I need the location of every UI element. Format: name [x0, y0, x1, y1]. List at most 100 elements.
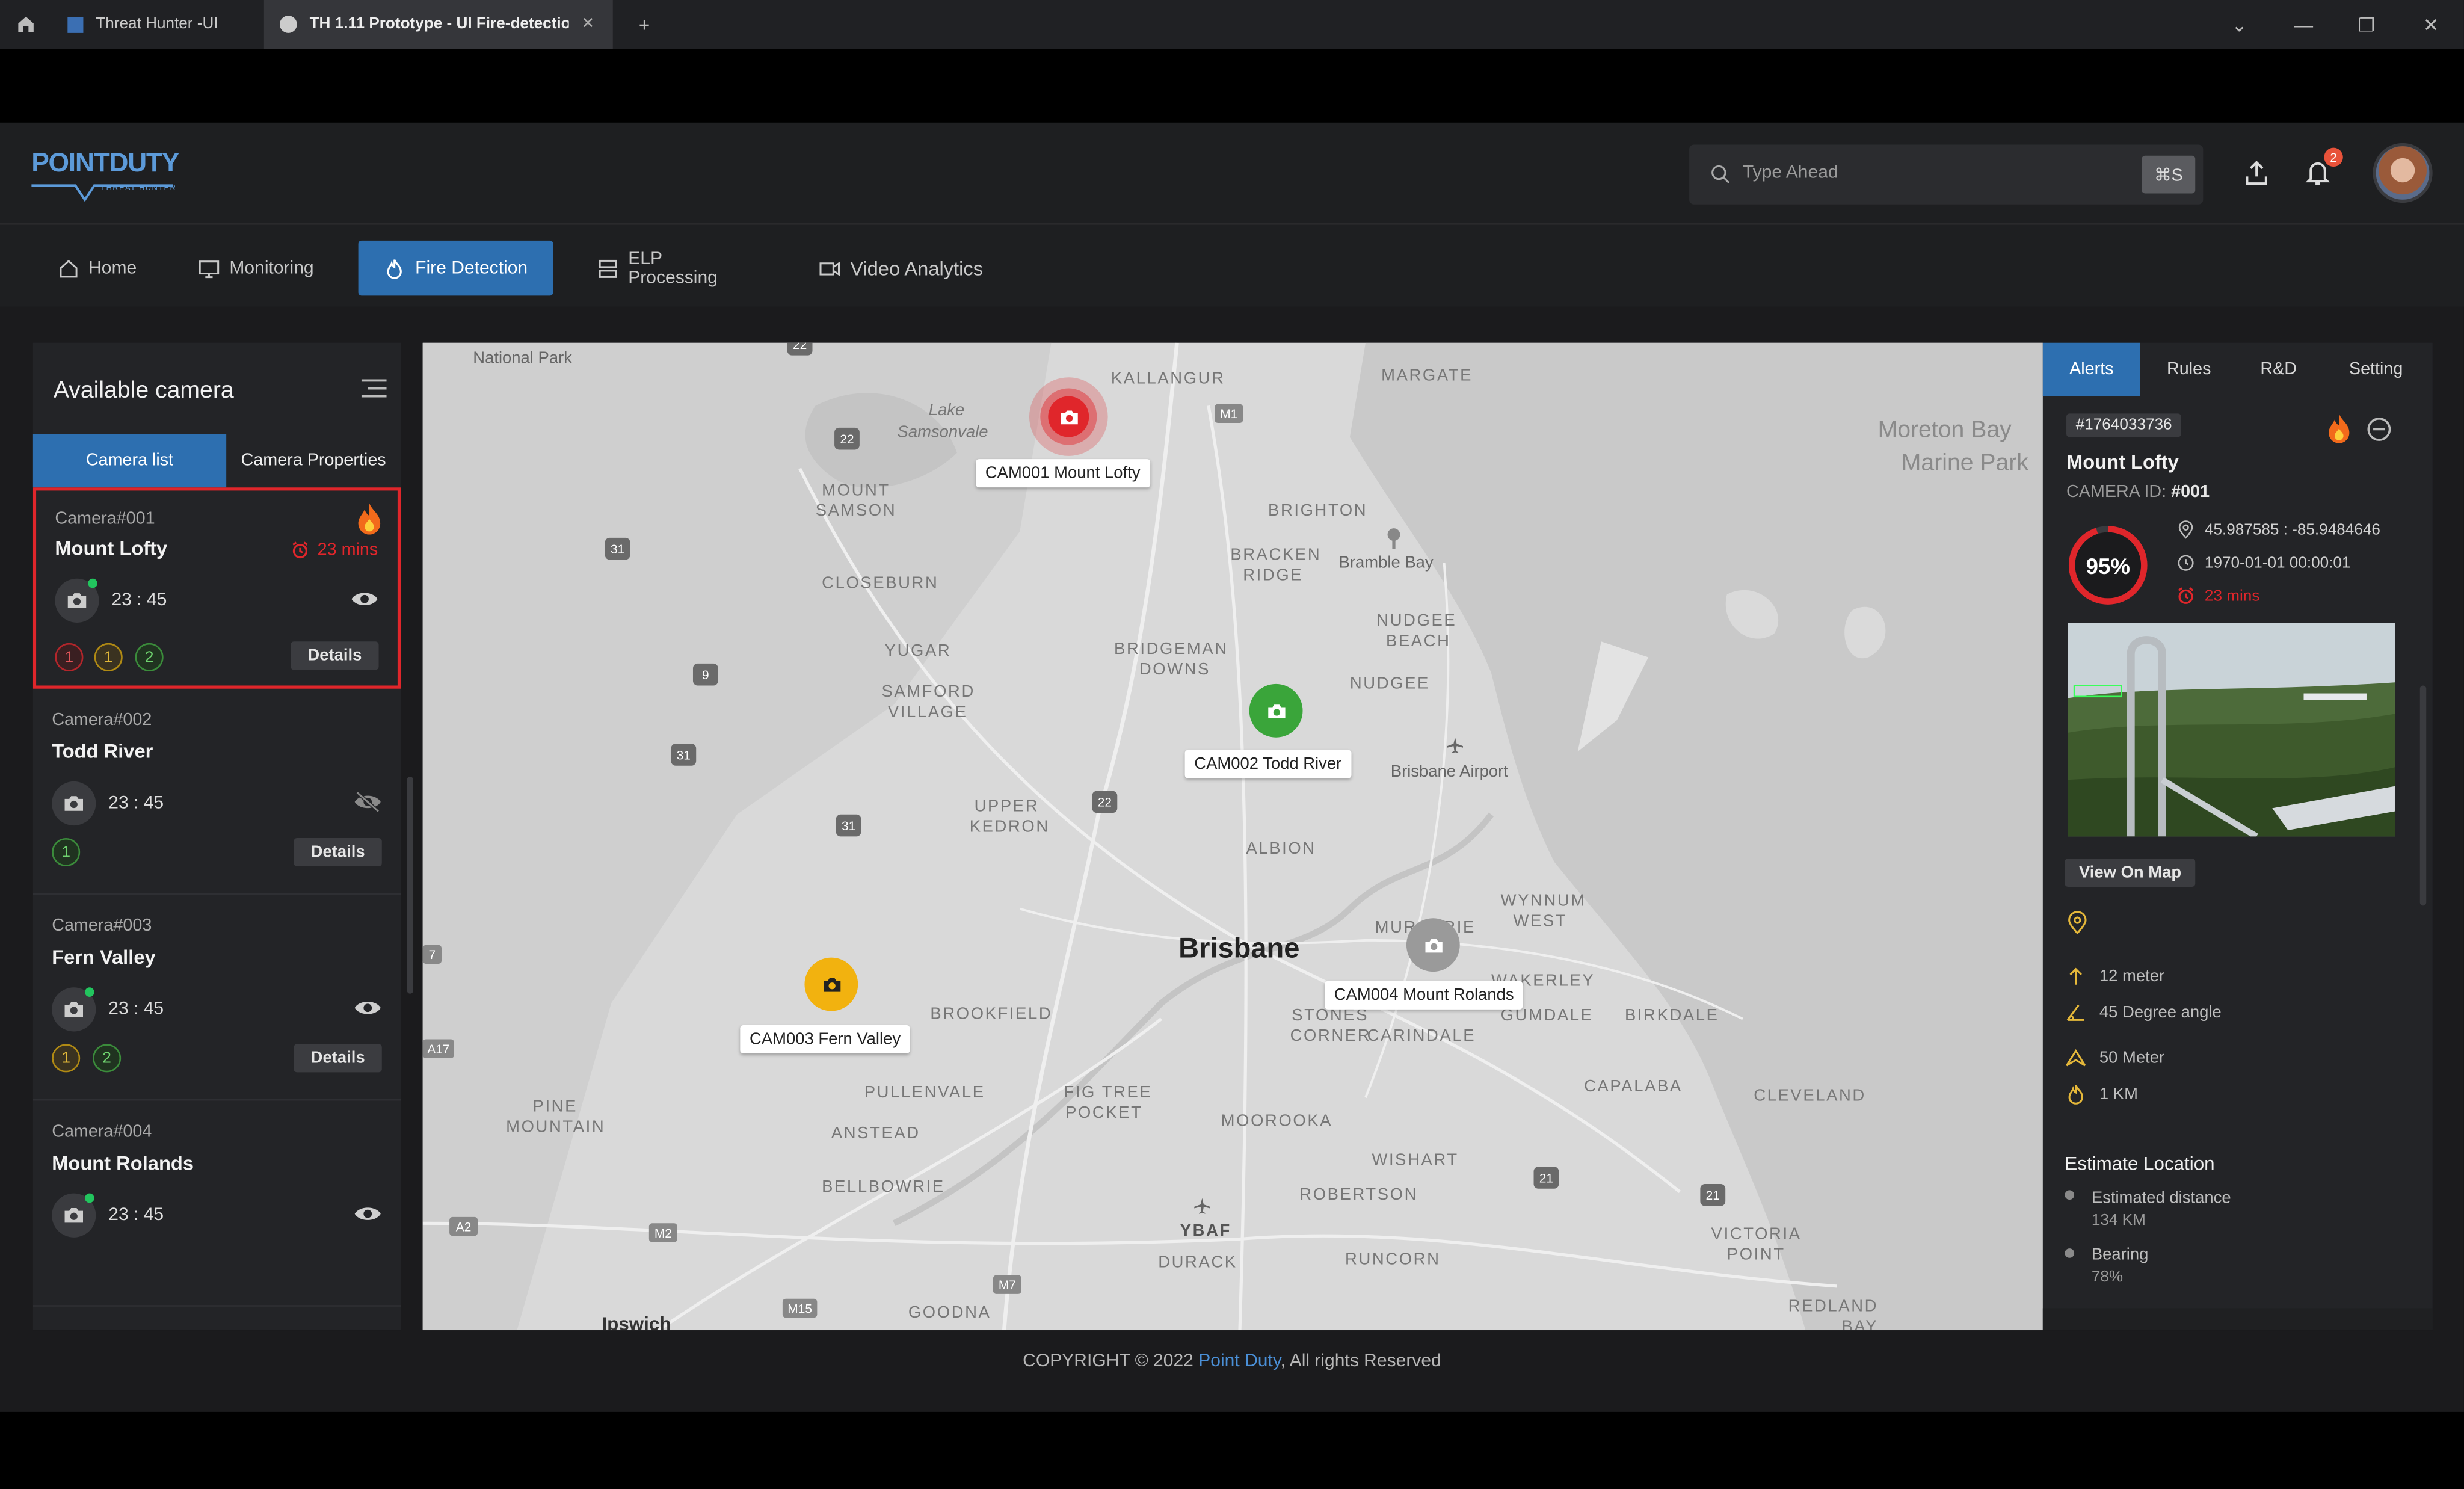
map-view[interactable]: National Park KALLANGUR MARGATE Lake Sam… [422, 342, 2043, 1331]
road-shield: 21 [1533, 1167, 1559, 1189]
location-pin-icon [2178, 520, 2193, 539]
camera-time: 23 : 45 [111, 591, 167, 611]
alarm-icon [292, 541, 308, 559]
view-on-map-button[interactable]: View On Map [2065, 858, 2196, 887]
spec-range: 50 Meter [2065, 1047, 2164, 1070]
map-label: MOOROOKA [1221, 1111, 1333, 1131]
map-label: BAY [1841, 1318, 1879, 1331]
camera-marker-cam003[interactable] [804, 957, 858, 1011]
camera-time: 23 : 45 [108, 1000, 164, 1019]
map-label: CLOSEBURN [822, 573, 939, 593]
camera-snapshot[interactable] [2068, 622, 2395, 837]
map-label: VILLAGE [887, 703, 968, 722]
camera-list: Camera#001 Mount Lofty 23 mins 23 : 45 1… [32, 487, 401, 1330]
tab-camera-list[interactable]: Camera list [32, 434, 227, 488]
browser-tab-threat-hunter[interactable]: Threat Hunter -UI [52, 0, 264, 49]
map-label: MOUNTAIN [506, 1118, 606, 1137]
restore-icon[interactable]: ❐ [2335, 0, 2398, 49]
road-shield: M15 [782, 1298, 818, 1318]
nav-monitoring[interactable]: Monitoring [182, 241, 333, 295]
dismiss-icon[interactable] [2365, 415, 2393, 443]
camera-card-004[interactable]: Camera#004 Mount Rolands 23 : 45 [32, 1105, 401, 1307]
location-pin-icon[interactable] [2066, 910, 2089, 936]
camera-marker-cam004[interactable] [1406, 918, 1460, 972]
camera-card-001[interactable]: Camera#001 Mount Lofty 23 mins 23 : 45 1… [32, 487, 401, 689]
close-icon[interactable]: ✕ [582, 16, 595, 33]
details-button[interactable]: Details [294, 1044, 382, 1073]
tab-setting[interactable]: Setting [2320, 343, 2433, 396]
confidence-value: 95% [2086, 552, 2130, 578]
minimize-icon[interactable]: — [2272, 0, 2335, 49]
map-label: CAPALABA [1584, 1077, 1683, 1096]
estimate-label: Bearing [2091, 1245, 2149, 1265]
tab-list-chevron-icon[interactable]: ⌄ [2208, 0, 2270, 49]
alert-location: Mount Lofty [2066, 451, 2179, 473]
arrow-up-icon [2069, 967, 2082, 985]
search-box[interactable]: Type Ahead ⌘S [1689, 144, 2204, 205]
estimate-value: 134 KM [2091, 1212, 2146, 1230]
window-close-icon[interactable]: ✕ [2400, 0, 2462, 49]
map-label: BELLBOWRIE [822, 1177, 945, 1197]
panel-title: Available camera [53, 377, 234, 404]
map-label: YUGAR [884, 641, 952, 661]
camera-name: Todd River [52, 740, 153, 763]
eye-icon[interactable] [354, 1203, 382, 1225]
notification-badge: 2 [2324, 147, 2343, 167]
map-label: BIRKDALE [1625, 1006, 1719, 1026]
tab-rnd[interactable]: R&D [2238, 343, 2320, 396]
fire-icon [2068, 1085, 2083, 1105]
nav-elp-processing[interactable]: ELP Processing [582, 241, 770, 295]
nav-home[interactable]: Home [43, 241, 153, 295]
map-label: UPPER [974, 797, 1040, 816]
map-label: Lake [928, 401, 965, 420]
fire-alert-icon [2329, 413, 2350, 443]
menu-icon[interactable] [361, 377, 387, 399]
map-label: PULLENVALE [864, 1083, 985, 1103]
camera-list-scrollbar[interactable] [407, 777, 414, 994]
browser-home-icon[interactable] [0, 0, 52, 49]
new-tab-icon[interactable]: + [613, 0, 676, 49]
camera-card-003[interactable]: Camera#003 Fern Valley 23 : 45 1 2 Detai… [32, 899, 401, 1101]
alert-elapsed: 23 mins [317, 541, 378, 560]
details-button[interactable]: Details [291, 641, 379, 670]
map-label: ROBERTSON [1299, 1185, 1418, 1204]
elapsed-line: 23 mins [2176, 587, 2259, 605]
road-shield: 22 [1092, 791, 1118, 813]
alerts-scrollbar[interactable] [2419, 685, 2427, 906]
map-label: KEDRON [969, 818, 1050, 837]
tab-label: TH 1.11 Prototype - UI Fire-detection - … [309, 16, 569, 33]
eye-icon[interactable] [354, 997, 382, 1019]
nav-video-analytics[interactable]: Video Analytics [803, 241, 1008, 295]
bullet-icon [2065, 1248, 2075, 1258]
camera-marker-cam002[interactable] [1249, 683, 1303, 738]
map-label: DURACK [1158, 1253, 1237, 1272]
camera-card-002[interactable]: Camera#002 Todd River 23 : 45 1 Details [32, 694, 401, 895]
pointduty-logo[interactable]: POINTDUTY THREAT HUNTER [31, 148, 179, 203]
map-label: CARINDALE [1367, 1026, 1476, 1046]
map-label: VICTORIA [1711, 1224, 1802, 1244]
eye-off-icon[interactable] [354, 791, 382, 813]
details-button[interactable]: Details [294, 837, 382, 867]
spec-angle: 45 Degree angle [2065, 1002, 2222, 1024]
copyright-suffix: , All rights Reserved [1280, 1352, 1441, 1371]
camera-marker-label: CAM002 Todd River [1184, 750, 1351, 778]
map-label: KALLANGUR [1110, 369, 1225, 389]
search-icon [1711, 165, 1730, 183]
user-avatar[interactable] [2373, 143, 2433, 203]
camera-marker-cam001[interactable] [1029, 377, 1108, 456]
nav-fire-detection[interactable]: Fire Detection [358, 240, 553, 296]
map-label: REDLAND [1788, 1297, 1879, 1316]
upload-icon[interactable] [2243, 159, 2271, 187]
camera-name: Mount Rolands [52, 1152, 194, 1175]
map-label: WEST [1513, 911, 1568, 931]
alarm-icon [2178, 587, 2194, 604]
tab-camera-properties[interactable]: Camera Properties [226, 434, 401, 487]
browser-tab-prototype[interactable]: TH 1.11 Prototype - UI Fire-detection - … [263, 0, 613, 49]
eye-icon[interactable] [351, 588, 379, 610]
tab-rules[interactable]: Rules [2140, 343, 2238, 396]
tab-alerts[interactable]: Alerts [2042, 342, 2140, 396]
airport-icon [1194, 1198, 1210, 1214]
brand-link[interactable]: Point Duty [1198, 1352, 1280, 1371]
search-shortcut-badge: ⌘S [2142, 155, 2196, 194]
search-input[interactable]: Type Ahead [1743, 164, 1838, 182]
